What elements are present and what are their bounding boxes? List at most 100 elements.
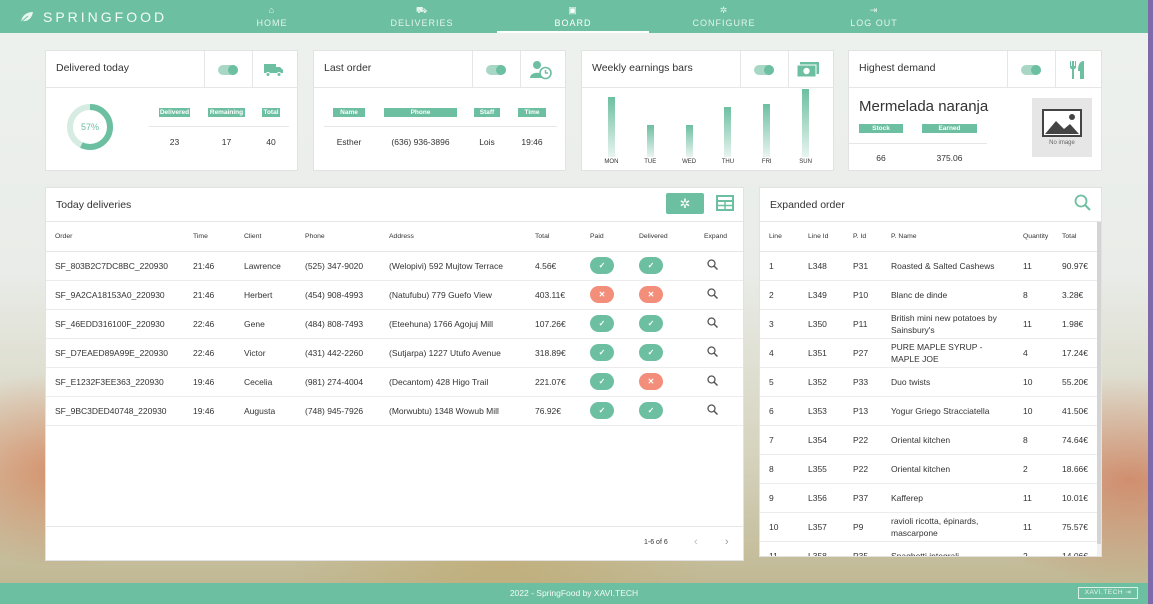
- cross-icon[interactable]: ✕: [590, 286, 614, 303]
- nav-home[interactable]: ⌂ HOME: [196, 0, 348, 33]
- col-product-id[interactable]: P. Id: [844, 222, 882, 252]
- order-cell: SF_803B2C7DC8BC_220930: [46, 251, 184, 281]
- check-icon[interactable]: ✓: [639, 257, 663, 274]
- col-product-name[interactable]: P. Name: [882, 222, 1014, 252]
- check-icon[interactable]: ✓: [639, 402, 663, 419]
- nav-board[interactable]: ▣ BOARD: [497, 0, 649, 33]
- check-icon[interactable]: ✓: [590, 402, 614, 419]
- line-id-cell: L348: [799, 251, 844, 281]
- check-icon[interactable]: ✓: [590, 344, 614, 361]
- settings-button[interactable]: ✲: [666, 193, 704, 214]
- col-line[interactable]: Line: [760, 222, 799, 252]
- line-cell: 5: [760, 367, 799, 397]
- home-icon: ⌂: [268, 4, 276, 15]
- toggle-switch[interactable]: [1021, 65, 1041, 75]
- divider: [204, 51, 205, 88]
- scrollbar-thumb[interactable]: [1097, 222, 1101, 544]
- nav-configure[interactable]: ✲ CONFIGURE: [648, 0, 800, 33]
- nav-logout[interactable]: ⇥ LOG OUT: [798, 0, 950, 33]
- earnings-bar-chart: [592, 89, 825, 157]
- magnifier-icon[interactable]: [704, 375, 719, 388]
- cross-icon[interactable]: ✕: [639, 286, 663, 303]
- truck-icon[interactable]: [263, 59, 285, 81]
- table-header-row: Line Line Id P. Id P. Name Quantity Tota…: [760, 222, 1097, 252]
- time-cell: 19:46: [184, 367, 235, 397]
- col-paid[interactable]: Paid: [581, 222, 630, 252]
- col-time[interactable]: Time: [184, 222, 235, 252]
- user-clock-icon[interactable]: [530, 59, 552, 81]
- total-value: 40: [266, 137, 276, 147]
- magnifier-icon[interactable]: [704, 346, 719, 359]
- magnifier-icon[interactable]: [704, 288, 719, 301]
- col-quantity[interactable]: Quantity: [1014, 222, 1053, 252]
- prev-page-button[interactable]: ‹: [694, 536, 698, 548]
- expand-cell: [695, 251, 743, 281]
- table-row[interactable]: 9 L356 P37 Kafferep 11 10.01€: [760, 483, 1097, 513]
- cross-icon[interactable]: ✕: [639, 373, 663, 390]
- card-title: Highest demand: [859, 62, 936, 74]
- toggle-switch[interactable]: [754, 65, 774, 75]
- brand-logo[interactable]: SPRINGFOOD: [20, 9, 167, 25]
- table-row[interactable]: 2 L349 P10 Blanc de dinde 8 3.28€: [760, 280, 1097, 310]
- table-row[interactable]: SF_803B2C7DC8BC_220930 21:46 Lawrence (525)…: [46, 251, 743, 281]
- col-total[interactable]: Total: [526, 222, 581, 252]
- remaining-value: 17: [221, 137, 232, 147]
- line-cell: 8: [760, 454, 799, 484]
- table-row[interactable]: SF_E1232F3EE363_220930 19:46 Cecelia (981) …: [46, 367, 743, 397]
- col-phone[interactable]: Phone: [296, 222, 380, 252]
- table-row[interactable]: 1 L348 P31 Roasted & Salted Cashews 11 90.97€: [760, 251, 1097, 281]
- check-icon[interactable]: ✓: [590, 315, 614, 332]
- total-cell: 221.07€: [526, 367, 581, 397]
- table-row[interactable]: 7 L354 P22 Oriental kitchen 8 74.64€: [760, 425, 1097, 455]
- footer: 2022 - SpringFood by XAVI.TECH XAVI.TECH…: [0, 583, 1148, 604]
- table-row[interactable]: 4 L351 P27 PURE MAPLE SYRUP - MAPLE JOE 4 17.…: [760, 338, 1097, 368]
- table-row[interactable]: 8 L355 P22 Oriental kitchen 2 18.66€: [760, 454, 1097, 484]
- table-row[interactable]: SF_9A2CA18153A0_220930 21:46 Herbert (454) …: [46, 280, 743, 310]
- address-cell: (Welopivi) 592 Mujtow Terrace: [380, 251, 526, 281]
- table-row[interactable]: 6 L353 P13 Yogur Griego Stracciatella 10 41.5…: [760, 396, 1097, 426]
- search-icon[interactable]: [1074, 194, 1091, 216]
- check-icon[interactable]: ✓: [639, 344, 663, 361]
- check-icon[interactable]: ✓: [590, 373, 614, 390]
- money-icon[interactable]: [797, 59, 819, 81]
- magnifier-icon[interactable]: [704, 259, 719, 272]
- col-order[interactable]: Order: [46, 222, 184, 252]
- col-line-id[interactable]: Line Id: [799, 222, 844, 252]
- order-cell: SF_9BC3DED40748_220930: [46, 396, 184, 426]
- toggle-switch[interactable]: [486, 65, 506, 75]
- table-row[interactable]: 10 L357 P9 ravioli ricotta, épinards, masca…: [760, 512, 1097, 542]
- table-row[interactable]: SF_46EDD316100F_220930 22:46 Gene (484) 808…: [46, 309, 743, 339]
- col-address[interactable]: Address: [380, 222, 526, 252]
- address-cell: (Natufubu) 779 Guefo View: [380, 280, 526, 310]
- utensils-icon[interactable]: [1066, 59, 1088, 81]
- xavi-tech-button[interactable]: XAVI.TECH ⇥: [1078, 587, 1138, 599]
- nav-deliveries-label: DELIVERIES: [390, 17, 454, 28]
- paid-cell: ✓: [581, 367, 630, 397]
- total-cell: 14.06€: [1053, 541, 1097, 556]
- quantity-cell: 4: [1014, 338, 1053, 368]
- line-cell: 4: [760, 338, 799, 368]
- col-delivered[interactable]: Delivered: [630, 222, 695, 252]
- table-row[interactable]: 5 L352 P33 Duo twists 10 55.20€: [760, 367, 1097, 397]
- paid-cell: ✓: [581, 251, 630, 281]
- table-row[interactable]: 11 L358 P35 Spaghetti integrali 2 14.06€: [760, 541, 1097, 556]
- col-expand[interactable]: Expand: [695, 222, 743, 252]
- col-client[interactable]: Client: [235, 222, 296, 252]
- address-cell: (Morwubtu) 1348 Wowub Mill: [380, 396, 526, 426]
- check-icon[interactable]: ✓: [639, 315, 663, 332]
- table-row[interactable]: SF_D7EAED89A99E_220930 22:46 Victor (431) 4…: [46, 338, 743, 368]
- table-view-icon[interactable]: [716, 195, 734, 211]
- table-row[interactable]: 3 L350 P11 British mini new potatoes by Sai…: [760, 309, 1097, 339]
- line-cell: 10: [760, 512, 799, 542]
- magnifier-icon[interactable]: [704, 404, 719, 417]
- line-cell: 7: [760, 425, 799, 455]
- check-icon[interactable]: ✓: [590, 257, 614, 274]
- nav-deliveries[interactable]: ⛟ DELIVERIES: [346, 0, 498, 33]
- toggle-switch[interactable]: [218, 65, 238, 75]
- earned-value: 375.06: [936, 153, 963, 163]
- table-row[interactable]: SF_9BC3DED40748_220930 19:46 Augusta (748) …: [46, 396, 743, 426]
- col-total[interactable]: Total: [1053, 222, 1097, 252]
- time-cell: 21:46: [184, 251, 235, 281]
- magnifier-icon[interactable]: [704, 317, 719, 330]
- next-page-button[interactable]: ›: [725, 536, 729, 548]
